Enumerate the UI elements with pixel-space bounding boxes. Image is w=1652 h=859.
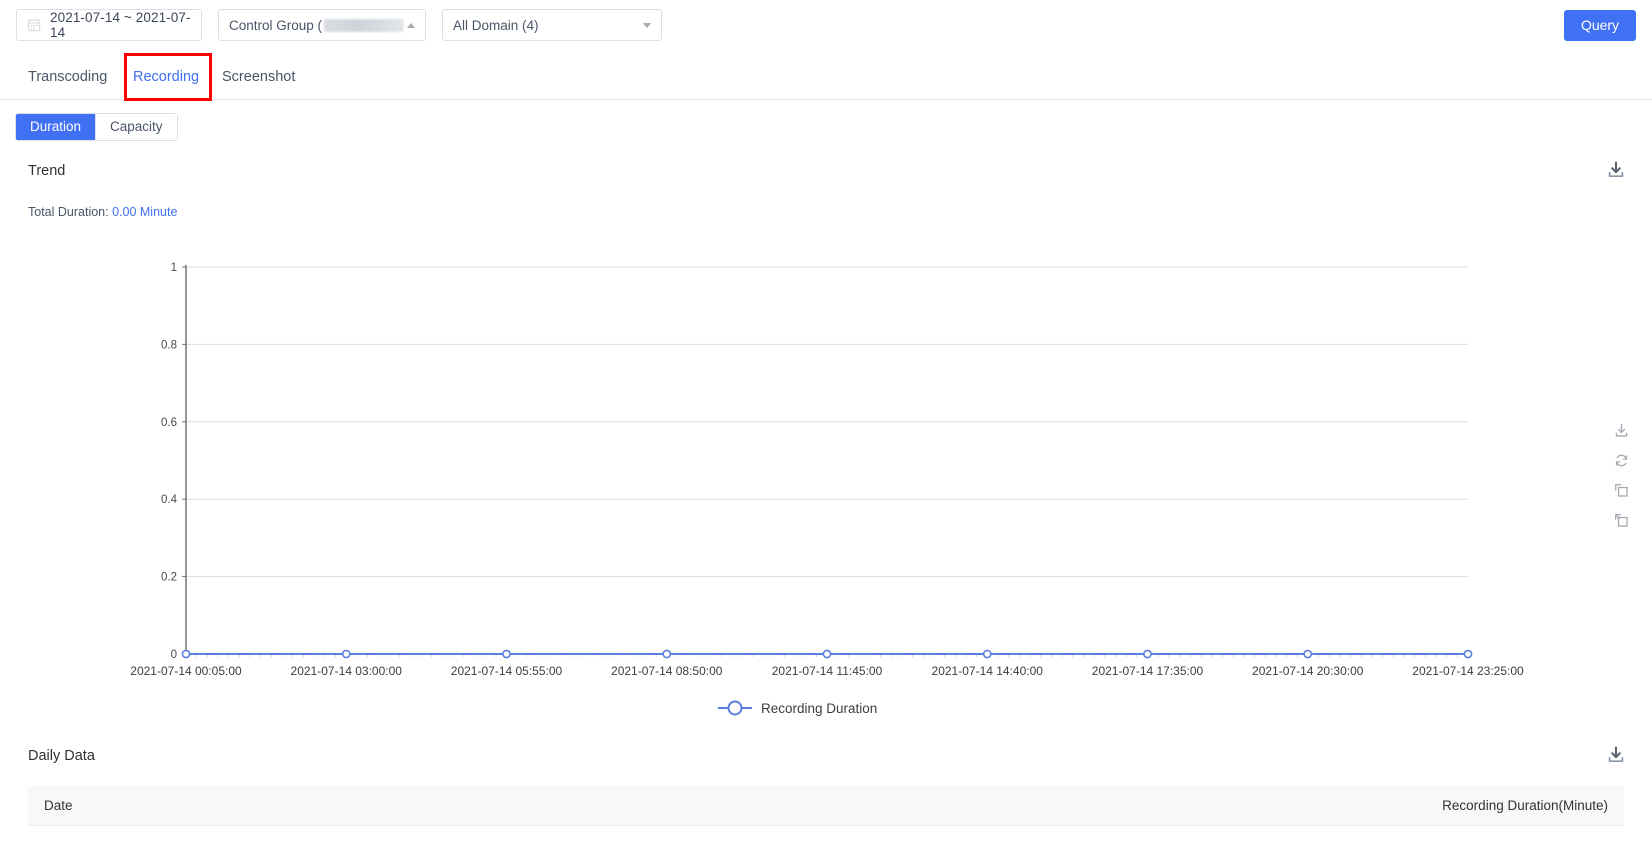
total-duration-row: Total Duration: 0.00 Minute <box>28 205 177 219</box>
svg-text:1: 1 <box>171 262 177 274</box>
data-zoom-icon[interactable] <box>1613 482 1630 499</box>
trend-chart-svg: 0 0.2 0.4 0.6 0.8 1 2021-07-14 00:05:00 2021-07… <box>130 262 1524 716</box>
control-group-select[interactable]: Control Group ( <box>218 9 426 41</box>
control-group-value-row: Control Group ( <box>229 17 405 33</box>
segment-capacity[interactable]: Capacity <box>96 114 177 140</box>
svg-text:0.2: 0.2 <box>161 572 177 584</box>
download-icon <box>1608 161 1624 178</box>
active-tab-indicator <box>133 98 194 100</box>
save-as-image-icon[interactable] <box>1613 422 1630 439</box>
query-button[interactable]: Query <box>1564 10 1636 41</box>
daily-data-download-button[interactable] <box>1606 745 1626 770</box>
trend-download-button[interactable] <box>1606 160 1626 185</box>
date-range-picker[interactable]: 2021-07-14 ~ 2021-07-14 <box>16 9 202 41</box>
svg-text:2021-07-14 23:25:00: 2021-07-14 23:25:00 <box>1412 664 1524 678</box>
download-icon <box>1608 746 1624 763</box>
segment-duration[interactable]: Duration <box>16 114 96 140</box>
restore-icon[interactable] <box>1613 452 1630 469</box>
svg-text:2021-07-14 20:30:00: 2021-07-14 20:30:00 <box>1252 664 1364 678</box>
tab-screenshot[interactable]: Screenshot <box>222 56 295 99</box>
column-header-date[interactable]: Date <box>28 798 1426 813</box>
svg-text:0.8: 0.8 <box>161 339 177 351</box>
total-duration-value: 0.00 Minute <box>112 205 178 219</box>
date-range-value: 2021-07-14 ~ 2021-07-14 <box>50 10 191 40</box>
data-zoom-reset-icon[interactable] <box>1613 512 1630 529</box>
control-group-label: Control Group ( <box>229 17 323 33</box>
trend-chart[interactable]: 0 0.2 0.4 0.6 0.8 1 2021-07-14 00:05:00 2021-07… <box>0 250 1652 720</box>
tab-bar: Transcoding Recording Screenshot <box>0 56 1652 100</box>
domain-select[interactable]: All Domain (4) <box>442 9 662 41</box>
calendar-icon <box>27 19 41 32</box>
filter-bar: 2021-07-14 ~ 2021-07-14 Control Group ( … <box>0 0 1652 50</box>
svg-text:0: 0 <box>171 649 177 661</box>
daily-data-title: Daily Data <box>28 748 95 764</box>
total-duration-label: Total Duration: <box>28 205 109 219</box>
metric-segmented-control: Duration Capacity <box>15 113 178 141</box>
svg-text:Recording Duration: Recording Duration <box>761 701 877 716</box>
chart-toolbox <box>1606 422 1636 529</box>
svg-text:2021-07-14 14:40:00: 2021-07-14 14:40:00 <box>932 664 1044 678</box>
svg-text:2021-07-14 17:35:00: 2021-07-14 17:35:00 <box>1092 664 1204 678</box>
svg-text:2021-07-14 05:55:00: 2021-07-14 05:55:00 <box>451 664 563 678</box>
daily-data-table: Date Recording Duration(Minute) <box>28 786 1624 826</box>
column-header-recording-duration[interactable]: Recording Duration(Minute) <box>1426 798 1624 813</box>
chevron-up-icon[interactable] <box>407 22 415 28</box>
redacted-value <box>324 18 405 32</box>
trend-section-title: Trend <box>28 163 66 179</box>
domain-select-value: All Domain (4) <box>453 17 539 33</box>
svg-text:2021-07-14 08:50:00: 2021-07-14 08:50:00 <box>611 664 723 678</box>
tab-transcoding[interactable]: Transcoding <box>28 56 107 99</box>
tab-recording[interactable]: Recording <box>133 56 199 99</box>
table-header-row: Date Recording Duration(Minute) <box>28 786 1624 826</box>
svg-text:2021-07-14 11:45:00: 2021-07-14 11:45:00 <box>772 664 883 678</box>
svg-text:0.6: 0.6 <box>161 417 177 429</box>
svg-text:2021-07-14 00:05:00: 2021-07-14 00:05:00 <box>130 664 242 678</box>
chevron-down-icon[interactable] <box>643 22 651 28</box>
svg-text:2021-07-14 03:00:00: 2021-07-14 03:00:00 <box>291 664 403 678</box>
svg-text:0.4: 0.4 <box>161 494 178 506</box>
